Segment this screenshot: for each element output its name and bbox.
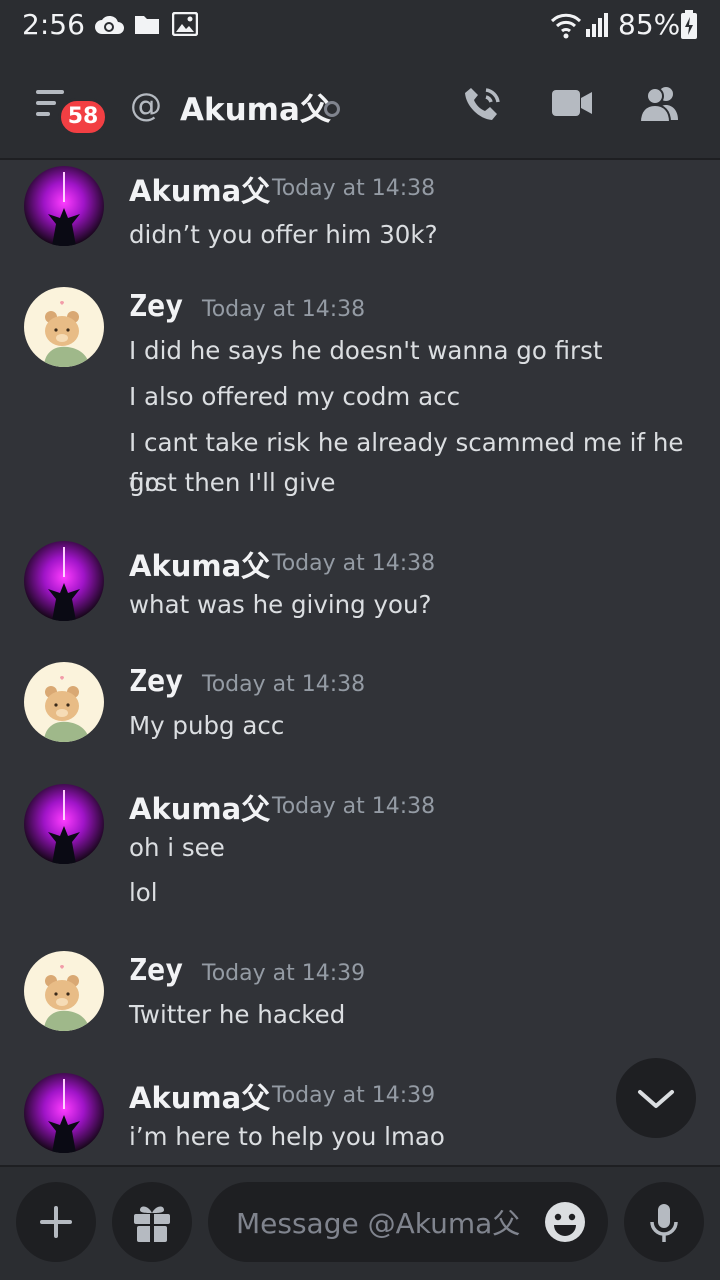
- message-text: oh i see: [129, 833, 225, 862]
- akuma-avatar[interactable]: [24, 1073, 104, 1153]
- zey-avatar[interactable]: [24, 662, 104, 742]
- channel-name[interactable]: Akuma父: [180, 84, 331, 129]
- message-author[interactable]: Akuma父: [129, 168, 270, 210]
- akuma-avatar[interactable]: [24, 541, 104, 621]
- message-author[interactable]: Akuma父: [129, 786, 270, 828]
- video-icon[interactable]: [550, 84, 594, 124]
- message-timestamp: Today at 14:39: [202, 961, 366, 986]
- message-author[interactable]: Zey: [129, 289, 183, 324]
- battery-charging-icon: [681, 10, 697, 39]
- akuma-avatar-image: [24, 541, 104, 621]
- akuma-avatar-image: [24, 166, 104, 246]
- akuma-avatar-image: [24, 1073, 104, 1153]
- message-composer: [0, 1165, 720, 1280]
- cloud-sync-icon: [95, 15, 124, 34]
- gift-button[interactable]: [112, 1182, 192, 1262]
- akuma-avatar[interactable]: [24, 784, 104, 864]
- message-timestamp: Today at 14:38: [272, 794, 436, 819]
- battery-percentage: 85%: [618, 8, 681, 41]
- message-text: first then I'll give: [129, 468, 336, 497]
- image-icon: [172, 12, 198, 36]
- message-timestamp: Today at 14:38: [202, 672, 366, 697]
- status-time: 2:56: [22, 8, 85, 41]
- status-bar: 2:56 85%: [0, 0, 720, 52]
- folder-icon: [135, 16, 159, 34]
- message-input[interactable]: [234, 1182, 538, 1264]
- signal-icon: [586, 13, 608, 37]
- members-icon[interactable]: [638, 84, 682, 124]
- chevron-down-icon: [638, 1090, 674, 1108]
- message-timestamp: Today at 14:39: [272, 1083, 436, 1108]
- message-input-container[interactable]: [208, 1182, 608, 1264]
- message-text: I also offered my codm acc: [129, 382, 461, 411]
- message-author[interactable]: Zey: [129, 953, 183, 988]
- zey-avatar-image: [24, 662, 104, 742]
- plus-icon: [40, 1206, 72, 1238]
- message-text: what was he giving you?: [129, 590, 432, 619]
- gift-icon: [134, 1206, 170, 1242]
- message-text: i’m here to help you lmao: [129, 1122, 445, 1151]
- microphone-icon: [650, 1204, 678, 1242]
- akuma-avatar-image: [24, 784, 104, 864]
- zey-avatar-image: [24, 951, 104, 1031]
- message-timestamp: Today at 14:38: [272, 176, 436, 201]
- notification-badge: 58: [58, 98, 108, 136]
- call-icon[interactable]: [462, 84, 504, 126]
- zey-avatar[interactable]: [24, 287, 104, 367]
- menu-button[interactable]: 58: [36, 88, 108, 136]
- message-text: lol: [129, 878, 158, 907]
- wifi-icon: [550, 13, 582, 39]
- at-icon: @: [130, 86, 162, 124]
- message-timestamp: Today at 14:38: [272, 551, 436, 576]
- message-author[interactable]: Akuma父: [129, 543, 270, 585]
- zey-avatar[interactable]: [24, 951, 104, 1031]
- zey-avatar-image: [24, 287, 104, 367]
- scroll-to-bottom-button[interactable]: [616, 1058, 696, 1138]
- message-text: Twitter he hacked: [129, 1000, 346, 1029]
- akuma-avatar[interactable]: [24, 166, 104, 246]
- message-text: My pubg acc: [129, 711, 285, 740]
- message-author[interactable]: Zey: [129, 664, 183, 699]
- emoji-icon[interactable]: [544, 1201, 586, 1243]
- message-timestamp: Today at 14:38: [202, 297, 366, 322]
- message-text: I did he says he doesn't wanna go first: [129, 336, 603, 365]
- add-attachment-button[interactable]: [16, 1182, 96, 1262]
- voice-message-button[interactable]: [624, 1182, 704, 1262]
- dm-header: 58 @ Akuma父: [0, 52, 720, 160]
- message-author[interactable]: Akuma父: [129, 1075, 270, 1117]
- message-text: didn’t you offer him 30k?: [129, 220, 438, 249]
- offline-status-icon: [324, 101, 340, 117]
- message-list[interactable]: Akuma父 Today at 14:38 didn’t you offer h…: [0, 160, 720, 1165]
